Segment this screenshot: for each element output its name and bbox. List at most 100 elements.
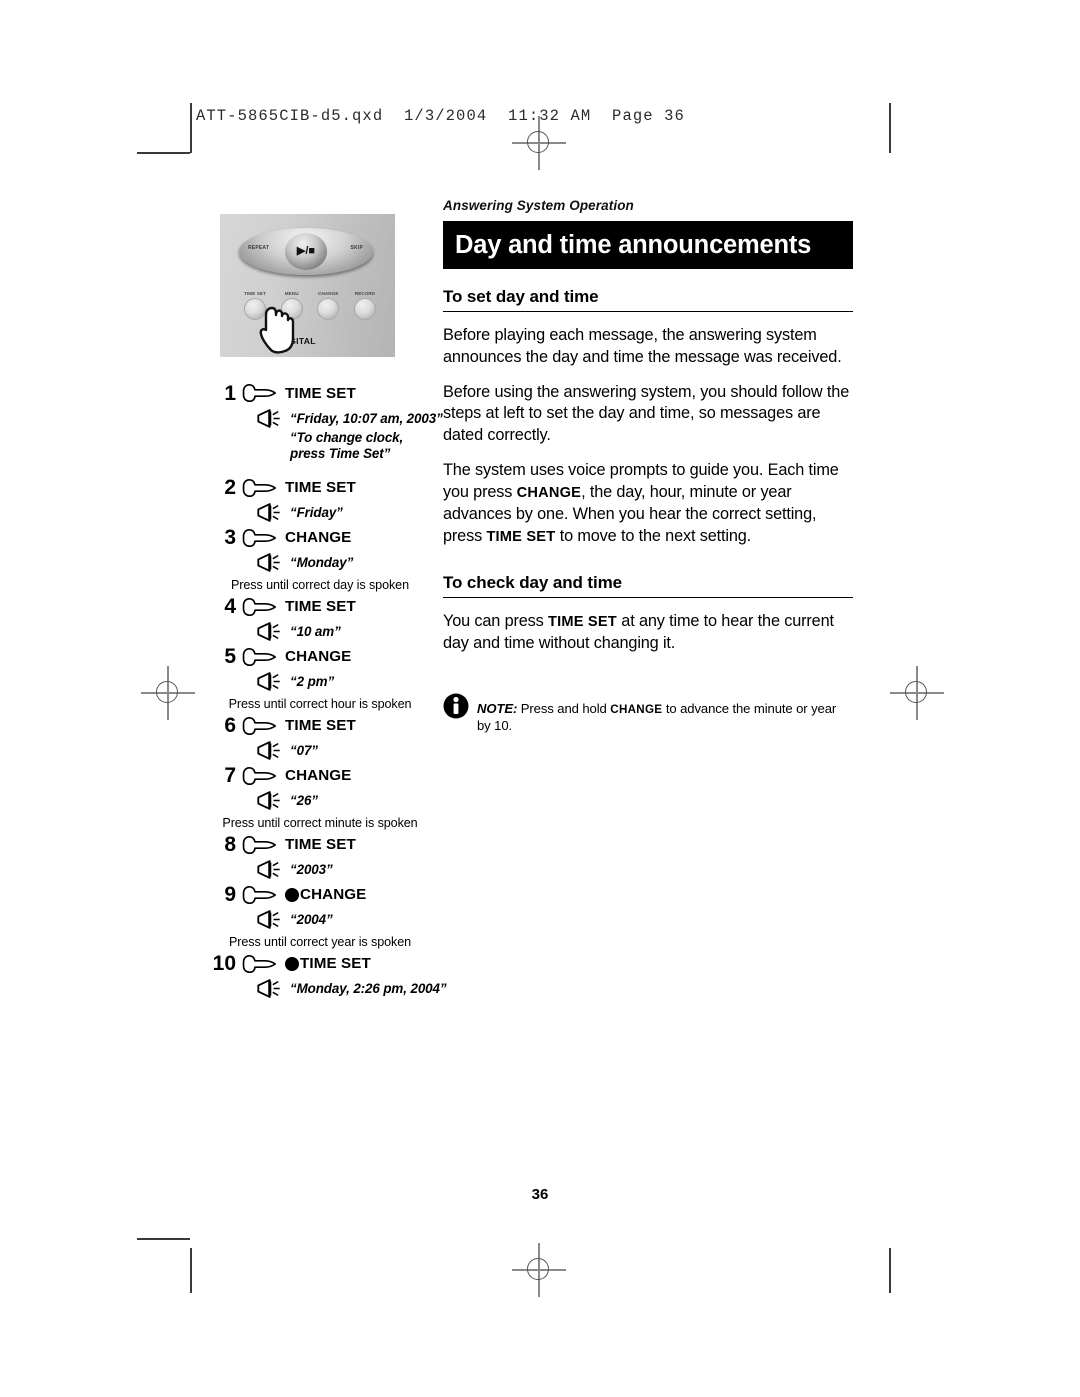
speech-text: “2004” (290, 912, 333, 928)
speaker-icon (257, 741, 280, 761)
repeat-label: REPEAT (248, 245, 270, 251)
pointing-hand-icon (242, 528, 277, 547)
speech-row: “07” (206, 739, 446, 763)
step-button-label: TIME SET (285, 836, 356, 854)
page-number: 36 (531, 1186, 549, 1203)
keyword-change: CHANGE (516, 484, 582, 501)
play-stop-icon: ▶/■ (296, 245, 316, 257)
page-title: Day and time announcements (455, 230, 812, 259)
speaker-icon (257, 860, 280, 880)
pointing-hand-icon (259, 306, 295, 354)
play-stop-button: ▶/■ (285, 233, 327, 270)
step-button-label: TIME SET (300, 955, 371, 973)
step-row: 9 CHANGE (206, 882, 446, 908)
speech-text: “2003” (290, 862, 333, 878)
speech-row: “Monday, 2:26 pm, 2004” (206, 977, 447, 1001)
crop-mark-top-left-horizontal (137, 152, 190, 154)
note-text: NOTE: Press and hold CHANGE to advance t… (477, 697, 853, 734)
paragraph-before-using: Before using the answering system, you s… (443, 382, 853, 447)
step-number: 5 (224, 645, 236, 669)
speech-continuation: “To change clock, press Time Set” (290, 430, 404, 462)
speech-text: “Monday, 2:26 pm, 2004” (290, 981, 447, 997)
page-title-bar: Day and time announcements (443, 221, 853, 269)
pointing-hand-icon (242, 478, 277, 497)
main-content-column: Answering System Operation Day and time … (443, 198, 853, 734)
pointing-hand-icon (242, 835, 277, 854)
pointing-hand-icon (242, 647, 277, 666)
step-button-label: TIME SET (285, 598, 356, 616)
paragraph-text: You can press (443, 612, 549, 631)
paragraph-announce: Before playing each message, the answeri… (443, 325, 853, 369)
step-row: 3 CHANGE (206, 525, 446, 551)
press-until-note: Press until correct hour is spoken (228, 696, 412, 711)
step-row: 2 TIME SET (206, 475, 446, 501)
step-button-label: CHANGE (285, 648, 352, 666)
note-keyword-change: CHANGE (610, 703, 663, 717)
note-label: NOTE: (477, 701, 518, 717)
device-illustration: REPEAT SKIP ▶/■ TIME SET MENU CHANGE REC… (220, 214, 395, 357)
speech-row: “26” (206, 789, 446, 813)
speech-row: “Friday, 10:07 am, 2003” (206, 406, 446, 430)
paragraph-check: You can press TIME SET at any time to he… (443, 611, 853, 655)
step-number: 8 (224, 833, 236, 857)
speech-text: “Friday” (290, 505, 343, 521)
step-button-label: TIME SET (285, 717, 356, 735)
press-until-note: Press until correct minute is spoken (222, 815, 418, 830)
section-heading-set-day-time: To set day and time (443, 287, 853, 312)
press-hold-bullet-icon (285, 956, 299, 971)
speaker-icon (257, 408, 280, 428)
device-button-label: TIME SET (244, 291, 266, 296)
qxd-file-header: ATT-5865CIB-d5.qxd 1/3/2004 11:32 AM Pag… (196, 107, 685, 125)
step-row: 4 TIME SET (206, 594, 446, 620)
registration-mark-bottom-center (512, 1243, 566, 1297)
press-hold-bullet-icon (285, 887, 299, 902)
step-number: 10 (212, 952, 236, 976)
crop-mark-top-left-vertical (190, 103, 192, 153)
speaker-icon (257, 979, 280, 999)
speech-text: “10 am” (290, 624, 341, 640)
paragraph-text: to move to the next setting. (555, 526, 752, 545)
paragraph-voice-prompts: The system uses voice prompts to guide y… (443, 460, 853, 547)
registration-mark-left (141, 666, 195, 720)
speaker-icon (257, 622, 280, 642)
manual-page: ATT-5865CIB-d5.qxd 1/3/2004 11:32 AM Pag… (0, 0, 1080, 1397)
step-number: 6 (224, 714, 236, 738)
section-heading-check-day-time: To check day and time (443, 573, 853, 599)
pointing-hand-icon (242, 766, 277, 785)
device-button-change: CHANGE (313, 291, 343, 320)
speech-text: “2 pm” (290, 674, 335, 690)
speech-text: “Friday, 10:07 am, 2003” (290, 410, 443, 426)
step-row: 6 TIME SET (206, 713, 446, 739)
registration-mark-right (890, 666, 944, 720)
step-button-label: TIME SET (285, 384, 356, 402)
step-row: 7 CHANGE (206, 763, 446, 789)
skip-label: SKIP (350, 245, 363, 251)
running-head: Answering System Operation (443, 198, 634, 213)
speech-row: “10 am” (206, 620, 446, 644)
step-row: 10 TIME SET (206, 951, 446, 977)
press-until-note: Press until correct year is spoken (228, 934, 412, 949)
step-number: 9 (224, 883, 236, 907)
step-button-label: TIME SET (285, 479, 356, 497)
crop-mark-bottom-right-vertical (889, 1248, 891, 1293)
pointing-hand-icon (242, 716, 277, 735)
step-button-label: CHANGE (300, 886, 367, 904)
crop-mark-top-right-vertical (889, 103, 891, 153)
device-button-label: MENU (284, 291, 299, 296)
speech-text: “Monday” (290, 555, 354, 571)
press-until-note: Press until correct day is spoken (231, 577, 409, 592)
device-button-label: CHANGE (318, 291, 339, 296)
device-button-record: RECORD (350, 291, 380, 320)
step-number: 3 (224, 526, 236, 550)
step-list: 1 TIME SET “Friday, 10:07 am, 2003” “To … (206, 380, 447, 1001)
registration-mark-top-center (512, 116, 566, 170)
keyword-time-set: TIME SET (548, 614, 617, 631)
speaker-icon (257, 791, 280, 811)
speech-row: “2003” (206, 858, 446, 882)
pointing-hand-icon (242, 597, 277, 616)
info-icon (443, 693, 469, 719)
speaker-icon (257, 910, 280, 930)
keyword-time-set: TIME SET (486, 528, 556, 545)
pointing-hand-icon (242, 885, 277, 904)
pointing-hand-icon (242, 954, 277, 973)
